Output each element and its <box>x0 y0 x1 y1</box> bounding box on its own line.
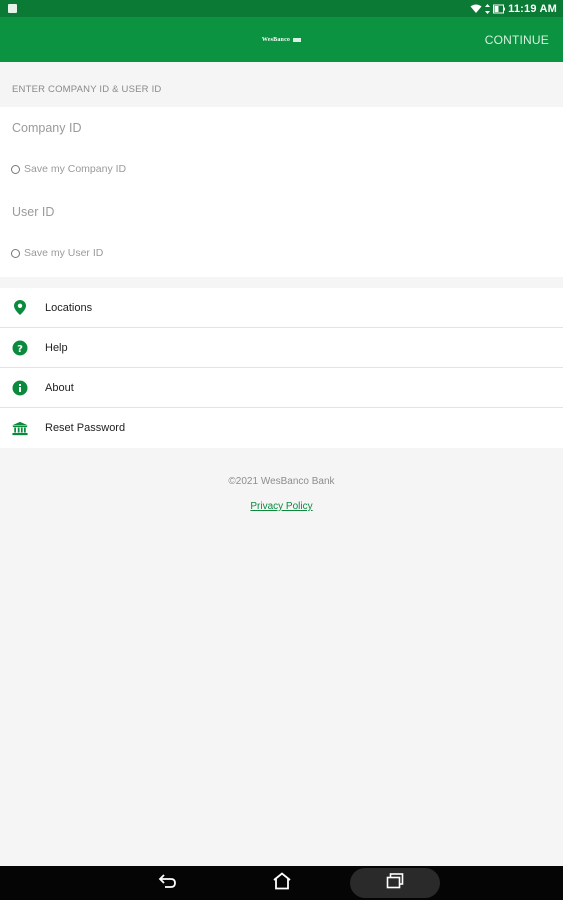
menu-item-label: Reset Password <box>45 422 126 434</box>
status-bar: 11:19 AM <box>0 0 563 17</box>
info-icon <box>12 380 28 396</box>
save-user-id-option[interactable]: Save my User ID <box>11 247 103 259</box>
notification-icon <box>8 4 17 13</box>
save-user-label: Save my User ID <box>24 247 104 259</box>
login-screen: 11:19 AM WesBanco CONTINUE ENTER COMPANY… <box>0 0 563 900</box>
continue-button[interactable]: CONTINUE <box>485 17 549 62</box>
menu-item-locations[interactable]: Locations <box>0 288 563 328</box>
save-company-label: Save my Company ID <box>24 163 127 175</box>
menu-item-reset-password[interactable]: Reset Password <box>0 408 563 448</box>
copyright-text: ©2021 WesBanco Bank <box>228 476 335 487</box>
menu-item-label: About <box>45 381 74 394</box>
back-icon <box>158 873 178 894</box>
recents-icon <box>386 872 404 894</box>
menu-item-about[interactable]: About <box>0 368 563 408</box>
bank-icon <box>12 420 28 436</box>
save-company-id-option[interactable]: Save my Company ID <box>11 163 126 175</box>
brand-mark-icon <box>293 37 302 42</box>
home-icon <box>272 871 292 895</box>
location-pin-icon <box>12 300 28 316</box>
user-id-input[interactable] <box>12 200 552 224</box>
battery-icon <box>493 4 506 14</box>
menu-item-help[interactable]: ? Help <box>0 328 563 368</box>
menu-list: Locations ? Help About Reset Password <box>0 288 563 448</box>
recents-button[interactable] <box>350 868 440 898</box>
status-time: 11:19 AM <box>508 2 557 15</box>
app-bar: WesBanco CONTINUE <box>0 17 563 62</box>
login-form: Save my Company ID Save my User ID <box>0 107 563 277</box>
company-id-input[interactable] <box>12 116 552 140</box>
home-button[interactable] <box>264 866 300 900</box>
section-title: ENTER COMPANY ID & USER ID <box>12 84 162 95</box>
privacy-policy-link[interactable]: Privacy Policy <box>0 501 563 512</box>
help-icon: ? <box>12 340 28 356</box>
save-company-radio-icon[interactable] <box>11 164 20 174</box>
brand-logo: WesBanco <box>261 36 302 43</box>
menu-item-label: Locations <box>45 301 93 314</box>
save-user-radio-icon[interactable] <box>11 248 20 258</box>
brand-logo-text: WesBanco <box>261 36 291 43</box>
back-button[interactable] <box>150 866 186 900</box>
data-arrows-icon <box>485 3 491 14</box>
menu-item-label: Help <box>45 341 68 354</box>
system-nav-bar <box>0 866 563 900</box>
svg-text:?: ? <box>17 344 23 355</box>
wifi-icon <box>470 4 482 14</box>
